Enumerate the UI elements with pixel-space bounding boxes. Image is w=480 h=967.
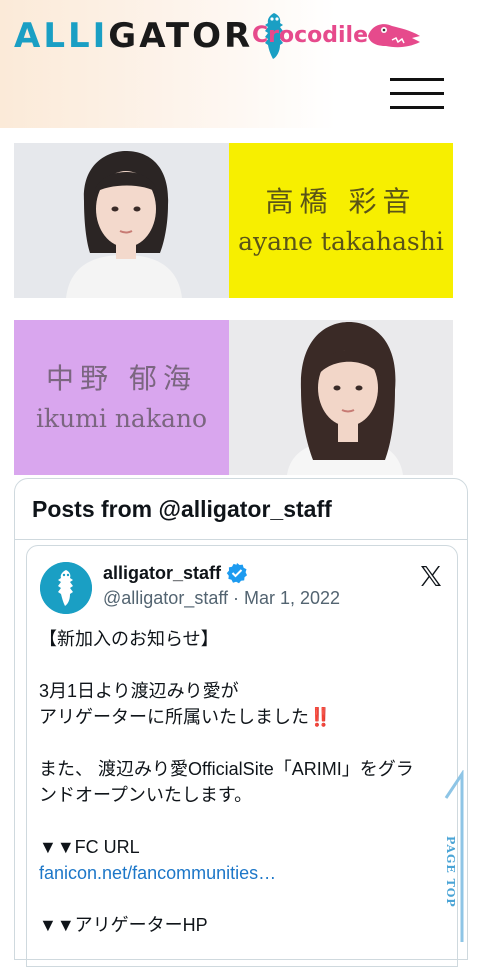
alligator-avatar-icon [40, 562, 92, 614]
double-exclamation-emoji: ‼️ [309, 707, 332, 727]
crocodile-logo-text: Crocodile [252, 23, 369, 48]
avatar[interactable] [40, 562, 92, 614]
site-header: ALLIGATOR Crocodile [0, 0, 480, 128]
member-name-en: ikumi nakano [35, 403, 208, 433]
portrait-illustration [229, 320, 453, 475]
alligator-logo-text: ALLIGATOR [14, 16, 254, 56]
crocodile-logo[interactable]: Crocodile [252, 16, 424, 56]
member-name-en: ayane takahashi [238, 226, 444, 256]
tweet-line: ンドオープンいたします。 [39, 785, 253, 805]
alligator-logo[interactable]: ALLIGATOR [14, 13, 287, 59]
twitter-timeline-embed: Posts from @alligator_staff alligator_st… [14, 478, 468, 967]
tweet-handle-date[interactable]: @alligator_staff · Mar 1, 2022 [103, 588, 340, 609]
member-banner-ayane-takahashi[interactable]: 高橋 彩音 ayane takahashi [14, 143, 453, 298]
verified-badge-icon [226, 563, 248, 584]
member-photo [14, 143, 229, 298]
timeline-title: Posts from @alligator_staff [15, 479, 467, 540]
fanicon-link[interactable]: fanicon.net/fancommunities… [39, 860, 449, 886]
hamburger-menu-icon[interactable] [390, 78, 444, 110]
page-top-label: PAGE TOP [444, 836, 457, 908]
hamburger-line [390, 78, 444, 81]
member-banner-ikumi-nakano[interactable]: 中野 郁海 ikumi nakano [14, 320, 453, 475]
crocodile-mascot-icon [368, 24, 421, 48]
tweet-line: 3月1日より渡辺みり愛が [39, 681, 239, 701]
tweet-card[interactable]: alligator_staff @alligator_staff · Mar 1… [26, 545, 458, 967]
tweet-author-name: alligator_staff [103, 562, 222, 583]
tweet-line: 【新加入のお知らせ】 [39, 629, 219, 649]
x-logo-icon[interactable] [419, 564, 443, 588]
tweet-line: ▼▼アリゲーターHP [39, 915, 208, 935]
member-name-box: 中野 郁海 ikumi nakano [14, 320, 229, 475]
page-top-button[interactable]: PAGE TOP [432, 770, 472, 942]
tweet-line: アリゲーターに所属いたしました‼️ [39, 707, 332, 727]
member-name-box: 高橋 彩音 ayane takahashi [229, 143, 453, 298]
member-photo [229, 320, 453, 475]
hamburger-line [390, 106, 444, 109]
tweet-author[interactable]: alligator_staff [103, 562, 248, 584]
portrait-illustration [14, 143, 229, 298]
tweet-text: 【新加入のお知らせ】 3月1日より渡辺みり愛が アリゲーターに所属いたしました‼… [39, 626, 449, 938]
hamburger-line [390, 92, 444, 95]
member-name-jp: 高橋 彩音 [265, 184, 417, 218]
tweet-line: ▼▼FC URL [39, 837, 140, 857]
tweet-line: また、 渡辺みり愛OfficialSite「ARIMI」をグラ [39, 759, 414, 779]
member-name-jp: 中野 郁海 [46, 361, 197, 395]
